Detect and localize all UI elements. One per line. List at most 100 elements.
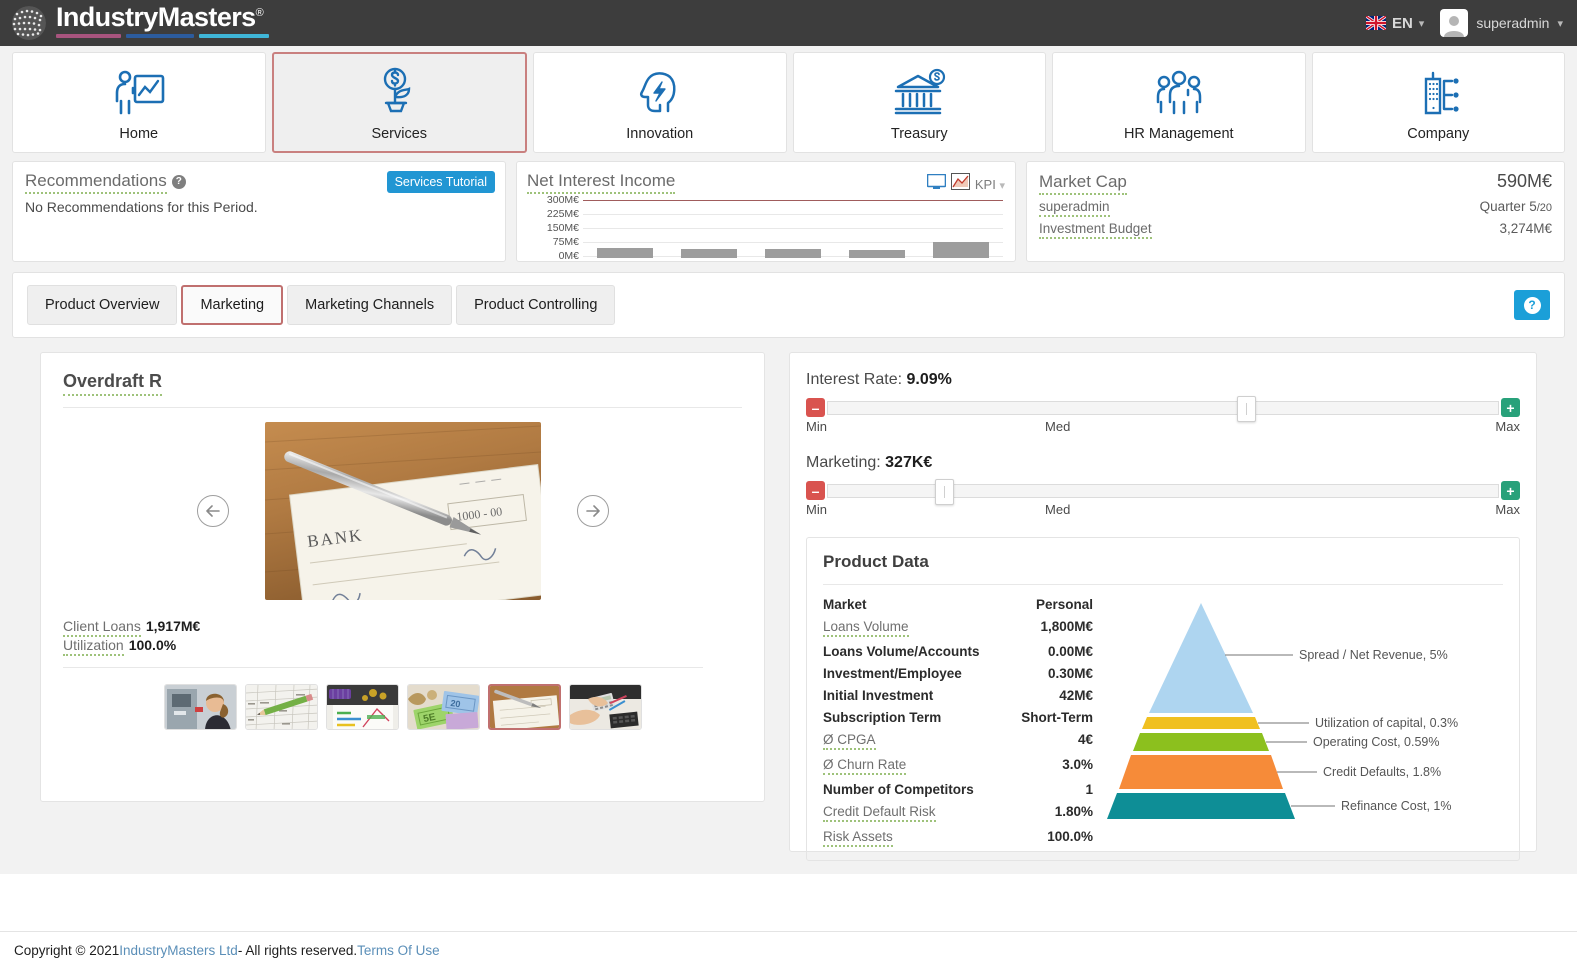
cheque-book-thumbnail[interactable]	[487, 684, 561, 730]
pyramid-segment-operating-cost	[1133, 733, 1269, 751]
pd-key-number-of-competitors: Number of Competitors	[823, 781, 974, 797]
table-row: Loans Volume 1,800M€	[823, 615, 1093, 640]
chevron-down-icon: ▾	[1418, 17, 1425, 30]
quarter-indicator: Quarter 5/20	[1479, 199, 1552, 214]
nav-item-home[interactable]: Home	[12, 52, 266, 153]
market-cap-title: Market Cap	[1039, 172, 1127, 195]
net-interest-income-widget: Net Interest Income KPI ▾ 300M€ 225M€ 15…	[516, 161, 1016, 262]
tab-product-controlling[interactable]: Product Controlling	[456, 285, 616, 325]
table-row: Credit Default Risk 1.80%	[823, 800, 1093, 825]
carousel-prev-button[interactable]	[196, 495, 229, 527]
product-hero-image: BANK 1000 - 00 £	[264, 422, 541, 600]
question-mark-icon[interactable]: ?	[171, 174, 186, 189]
marketing-slider-handle[interactable]	[935, 478, 955, 505]
y-tick-3: 75M€	[552, 236, 579, 248]
pd-key-market: Market	[823, 596, 867, 612]
chart-bars	[583, 196, 1003, 258]
nav-label-company: Company	[1407, 125, 1470, 142]
marketing-minus-button[interactable]: –	[806, 481, 825, 500]
pd-key-loans-volume[interactable]: Loans Volume	[823, 619, 909, 637]
hands-calculator-thumbnail[interactable]	[568, 684, 642, 730]
tab-marketing[interactable]: Marketing	[181, 285, 284, 325]
stat-label-utilization[interactable]: Utilization	[63, 637, 124, 656]
pd-key-cpga[interactable]: Ø CPGA	[823, 732, 876, 750]
marketing-plus-button[interactable]: +	[1501, 481, 1520, 500]
stat-client-loans: Client Loans 1,917M€	[63, 618, 742, 637]
interest-rate-slider-handle[interactable]	[1236, 395, 1256, 422]
pd-key-subscription-term: Subscription Term	[823, 709, 942, 725]
chevron-down-icon: ▾	[999, 179, 1005, 192]
registered-mark: ®	[255, 7, 264, 19]
kpi-dropdown[interactable]: KPI ▾	[975, 177, 1005, 192]
pyramid-label-operating-cost: Operating Cost, 0.59%	[1313, 735, 1439, 749]
pd-val-cpga: 4€	[1077, 731, 1093, 747]
footer-rights: - All rights reserved.	[237, 943, 358, 958]
nav-label-services: Services	[371, 125, 428, 142]
nav-item-innovation[interactable]: Innovation	[533, 52, 787, 153]
spreadsheet-pencil-thumbnail[interactable]	[244, 684, 318, 730]
carousel-next-button[interactable]	[576, 495, 609, 527]
stat-label-client-loans[interactable]: Client Loans	[63, 618, 141, 637]
nav-item-company[interactable]: Company	[1311, 52, 1565, 153]
y-tick-1: 225M€	[546, 208, 579, 220]
product-data-title: Product Data	[823, 552, 929, 571]
page-footer: Copyright © 2021 IndustryMasters Ltd - A…	[0, 931, 1577, 969]
pyramid-label-spread: Spread / Net Revenue, 5%	[1299, 648, 1448, 662]
language-selector[interactable]: EN ▾	[1365, 15, 1425, 32]
table-row: Number of Competitors 1	[823, 778, 1093, 800]
interest-rate-slider-track[interactable]	[827, 395, 1499, 422]
pd-key-churn-rate[interactable]: Ø Churn Rate	[823, 757, 907, 775]
user-menu[interactable]: superadmin ▾	[1440, 9, 1563, 37]
recommendations-title: Recommendations	[25, 171, 167, 194]
tab-product-overview[interactable]: Product Overview	[27, 285, 178, 325]
brand-name: IndustryMasters	[56, 2, 256, 32]
charts-markers-thumbnail[interactable]	[325, 684, 399, 730]
nav-item-treasury[interactable]: Treasury	[792, 52, 1046, 153]
pd-val-loans-volume: 1,800M€	[1040, 618, 1093, 634]
market-cap-widget: Market Cap 590M€ superadmin Quarter 5/20…	[1026, 161, 1565, 262]
table-row: Risk Assets 100.0%	[823, 825, 1093, 850]
marketing-min-label: Min	[806, 502, 827, 517]
main-navigation: Home Services Innovation Treasury HR Man…	[0, 46, 1577, 161]
thumbnail-strip: 5E 20	[63, 684, 742, 730]
pd-val-subscription-term: Short-Term	[1021, 709, 1093, 725]
nav-item-hr-management[interactable]: HR Management	[1052, 52, 1306, 153]
atm-woman-thumbnail[interactable]	[163, 684, 237, 730]
pyramid-label-credit-defaults: Credit Defaults, 1.8%	[1323, 765, 1441, 779]
product-title[interactable]: Overdraft R	[63, 371, 163, 396]
svg-text:20: 20	[449, 698, 460, 709]
marketing-scale: Min Med Max	[806, 502, 1520, 517]
interest-rate-value: 9.09%	[906, 371, 952, 388]
euro-notes-thumbnail[interactable]: 5E 20	[406, 684, 480, 730]
table-row: Ø CPGA 4€	[823, 728, 1093, 753]
y-tick-2: 150M€	[546, 222, 579, 234]
nav-item-services[interactable]: Services	[271, 52, 527, 153]
marketing-max-label: Max	[1495, 502, 1520, 517]
footer-company-link[interactable]: IndustryMasters Ltd	[119, 943, 238, 958]
market-cap-user[interactable]: superadmin	[1039, 199, 1110, 217]
chart-y-axis: 300M€ 225M€ 150M€ 75M€ 0M€	[527, 194, 579, 262]
nav-label-treasury: Treasury	[890, 125, 948, 142]
building-org-icon	[1410, 64, 1466, 122]
user-name-label: superadmin	[1476, 15, 1550, 31]
help-button[interactable]: ?	[1514, 290, 1550, 320]
services-tutorial-button[interactable]: Services Tutorial	[386, 171, 495, 193]
bar-q2	[681, 249, 737, 258]
tab-bar: Product Overview Marketing Marketing Cha…	[12, 272, 1565, 338]
nav-label-innovation: Innovation	[626, 125, 694, 142]
marketing-slider-track[interactable]	[827, 478, 1499, 505]
y-tick-4: 0M€	[558, 250, 579, 262]
line-chart-icon[interactable]	[950, 173, 970, 195]
pd-key-credit-default-risk[interactable]: Credit Default Risk	[823, 804, 936, 822]
pd-key-risk-assets[interactable]: Risk Assets	[823, 829, 893, 847]
pd-key-loans-volume-accounts: Loans Volume/Accounts	[823, 643, 980, 659]
product-data-table: Market Personal Loans Volume 1,800M€ Loans…	[823, 593, 1093, 850]
interest-rate-minus-button[interactable]: –	[806, 398, 825, 417]
investment-budget-label[interactable]: Investment Budget	[1039, 221, 1152, 239]
tab-marketing-channels[interactable]: Marketing Channels	[287, 285, 453, 325]
interest-rate-plus-button[interactable]: +	[1501, 398, 1520, 417]
footer-terms-link[interactable]: Terms Of Use	[357, 943, 440, 958]
marketing-label: Marketing: 327K€	[806, 454, 933, 471]
monitor-icon[interactable]	[926, 173, 947, 195]
investment-budget-value: 3,274M€	[1499, 221, 1552, 236]
